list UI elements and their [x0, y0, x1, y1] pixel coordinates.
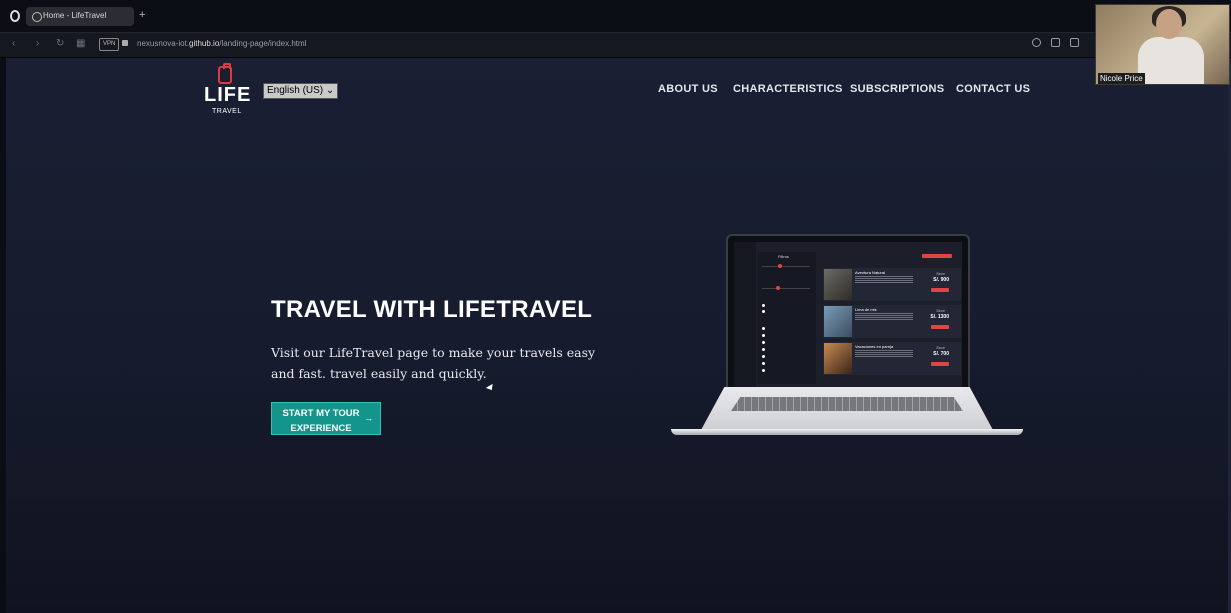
language-select[interactable]: English (US) ⌄ [263, 83, 339, 99]
screen-slider-knob [778, 264, 782, 268]
share-icon[interactable] [1051, 38, 1060, 47]
screen-slider-knob [776, 286, 780, 290]
laptop-screen: Filtros Aventura Natural Since S/. 900 L… [734, 242, 962, 388]
participant-face [1156, 9, 1182, 39]
globe-icon [32, 12, 42, 22]
screen-top-button [922, 254, 952, 258]
forward-icon[interactable]: › [36, 38, 39, 50]
screen-card-title: Aventura Natural [855, 270, 885, 275]
screen-filter-line [762, 288, 810, 289]
screen-radio [762, 327, 765, 330]
url-prefix: nexusnova-iot. [137, 39, 190, 48]
screen-filter-panel: Filtros [758, 252, 816, 384]
chevron-down-icon: ⌄ [325, 85, 335, 96]
screen-card-text [855, 350, 913, 358]
screen-card-price: S/. 900 [933, 277, 949, 283]
screen-card-since: Since [936, 309, 945, 313]
laptop-mockup: Filtros Aventura Natural Since S/. 900 L… [671, 234, 1023, 440]
reload-icon[interactable]: ↻ [56, 38, 64, 50]
laptop-lip [671, 429, 1023, 435]
screen-card-since: Since [936, 272, 945, 276]
url-domain: github.io [189, 39, 220, 48]
laptop-base [671, 387, 1023, 437]
screen-card-image [824, 343, 852, 374]
browser-tab-bar: Home - LifeTravel + [0, 0, 1231, 32]
logo-text: LIFE [204, 84, 252, 106]
screen-card-button [931, 288, 949, 292]
screen-card-image [824, 269, 852, 300]
screen-filter-title: Filtros [778, 254, 789, 259]
nav-contact-us[interactable]: CONTACT US [956, 83, 1030, 95]
url-path: /landing-page/index.html [219, 39, 307, 48]
tabs-grid-icon[interactable]: ▦ [76, 38, 85, 50]
screen-radio [762, 310, 765, 313]
hero-title: TRAVEL WITH LIFETRAVEL [271, 296, 593, 323]
screen-trip-card: Aventura Natural Since S/. 900 [823, 268, 961, 301]
laptop-keyboard [731, 397, 963, 411]
screen-card-text [855, 313, 913, 321]
laptop-lid: Filtros Aventura Natural Since S/. 900 L… [726, 234, 970, 389]
vpn-badge[interactable]: VPN [99, 38, 120, 51]
browser-tab[interactable]: Home - LifeTravel [26, 7, 134, 26]
landing-page: LIFE TRAVEL English (US) ⌄ ABOUT US CHAR… [6, 58, 1231, 613]
screen-trip-card: Lima de mis Since S/. 1300 [823, 305, 961, 338]
participant-name: Nicole Price [1098, 73, 1145, 84]
mouse-cursor-icon [485, 383, 496, 393]
webcam-overlay[interactable]: Nicole Price [1095, 4, 1230, 85]
logo-subtext: TRAVEL [212, 108, 242, 115]
new-tab-button[interactable]: + [139, 8, 145, 22]
back-icon[interactable]: ‹ [12, 38, 15, 50]
screen-card-button [931, 362, 949, 366]
screen-card-price: S/. 1300 [930, 314, 949, 320]
url-field[interactable]: nexusnova-iot.github.io/landing-page/ind… [137, 39, 306, 48]
screen-radio [762, 334, 765, 337]
screen-radio [762, 341, 765, 344]
opera-logo-icon[interactable] [10, 10, 20, 22]
screen-radio [762, 304, 765, 307]
tab-title: Home - LifeTravel [43, 11, 107, 20]
emoji-icon[interactable] [1032, 38, 1041, 47]
nav-about-us[interactable]: ABOUT US [658, 83, 718, 95]
screen-card-since: Since [936, 346, 945, 350]
screen-radio [762, 369, 765, 372]
screen-card-button [931, 325, 949, 329]
screen-card-image [824, 306, 852, 337]
screen-radio [762, 348, 765, 351]
screen-trip-card: Vacaciones en pareja Since S/. 700 [823, 342, 961, 375]
camera-icon[interactable] [1070, 38, 1079, 47]
screen-filter-line [762, 266, 810, 267]
nav-characteristics[interactable]: CHARACTERISTICS [733, 83, 843, 95]
hero-subtitle: Visit our LifeTravel page to make your t… [271, 345, 596, 381]
screen-sidebar [734, 242, 756, 388]
start-tour-button[interactable]: START MY TOUR EXPERIENCE → [271, 402, 381, 435]
arrow-right-icon: → [364, 413, 373, 423]
screen-card-price: S/. 700 [933, 351, 949, 357]
screen-radio [762, 355, 765, 358]
language-value: English (US) [267, 85, 324, 96]
start-tour-label: START MY TOUR EXPERIENCE [282, 408, 360, 434]
nav-subscriptions[interactable]: SUBSCRIPTIONS [850, 83, 944, 95]
screen-card-title: Vacaciones en pareja [855, 344, 894, 349]
participant-video [1138, 37, 1204, 84]
screen-radio [762, 362, 765, 365]
suitcase-icon [218, 63, 232, 84]
lifetravel-logo[interactable]: LIFE TRAVEL [204, 63, 252, 118]
lock-icon[interactable] [122, 40, 128, 46]
screen-card-text [855, 276, 913, 284]
screen-card-title: Lima de mis [855, 307, 877, 312]
address-bar: ‹ › ↻ ▦ VPN nexusnova-iot.github.io/land… [0, 32, 1231, 58]
